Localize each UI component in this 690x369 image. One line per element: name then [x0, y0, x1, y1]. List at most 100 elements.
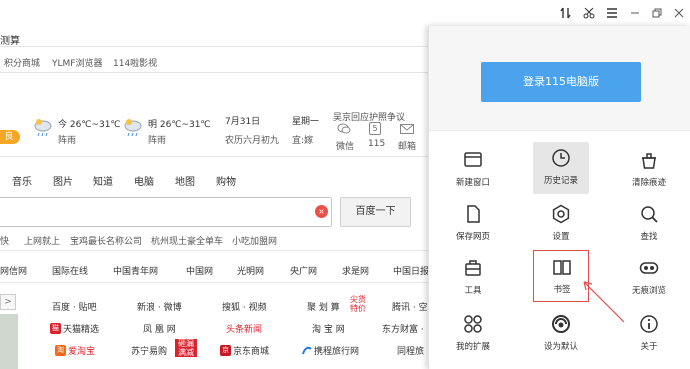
- search-tab[interactable]: 图片: [53, 173, 73, 188]
- login-button[interactable]: 登录115电脑版: [481, 62, 641, 102]
- title-bar: [0, 0, 690, 26]
- hot-word[interactable]: 小吃加盟网: [232, 234, 277, 247]
- almanac-text: 宜:嫁: [292, 136, 314, 146]
- divider: [0, 156, 428, 157]
- divider: [0, 72, 428, 73]
- fav-item[interactable]: YLMF浏览器: [52, 56, 102, 69]
- tools-button[interactable]: 工具: [445, 252, 501, 302]
- tmall-icon: 猫: [50, 323, 61, 334]
- wechat-label[interactable]: 微信: [336, 139, 354, 152]
- rain-cloud-icon: [32, 118, 52, 137]
- tile-label: 设置: [552, 232, 570, 242]
- speed-icon[interactable]: [560, 6, 574, 20]
- aitaobao-icon: 淘: [55, 345, 66, 356]
- login-area: 登录115电脑版: [429, 26, 690, 131]
- jd-icon: 京: [220, 345, 231, 356]
- promo-image[interactable]: [0, 314, 18, 369]
- extensions-icon: [463, 314, 483, 334]
- lunar-date: 农历六月初九: [225, 136, 280, 146]
- air-quality-badge: 良: [0, 130, 20, 144]
- hot-word[interactable]: 快: [0, 234, 9, 247]
- 115-icon[interactable]: 5: [369, 122, 381, 135]
- search-tab[interactable]: 音乐: [12, 173, 32, 188]
- clear-trace-icon: [639, 150, 659, 170]
- site-link[interactable]: 中国网: [186, 264, 213, 277]
- clear-trace-button[interactable]: 清除痕迹: [621, 144, 677, 194]
- site-link[interactable]: 爱淘宝: [68, 344, 95, 357]
- bookmark-icon: [552, 257, 572, 277]
- divider: [0, 282, 428, 283]
- incognito-icon: [639, 258, 659, 278]
- hot-word[interactable]: 上网就上: [24, 234, 60, 247]
- site-link[interactable]: 光明网: [237, 264, 264, 277]
- history-icon: [551, 148, 571, 168]
- hot-word[interactable]: 宝鸡最长名称公司: [70, 234, 142, 247]
- tile-label: 清除痕迹: [631, 178, 666, 188]
- save-page-icon: [463, 204, 483, 224]
- weather-today-cond: 阵雨: [58, 136, 77, 146]
- about-icon: [639, 314, 659, 334]
- weather-tomorrow-cond: 阵雨: [148, 136, 167, 146]
- web-page: 测算 积分商城 YLMF浏览器 114啦影视 良 今 26℃~31℃ 阵雨 明 …: [0, 26, 428, 369]
- wechat-icon[interactable]: [337, 123, 351, 135]
- site-link[interactable]: 聚 划 算: [307, 300, 340, 313]
- save-page-button[interactable]: 保存网页: [445, 198, 501, 248]
- menu-icon[interactable]: [605, 6, 619, 20]
- site-link[interactable]: 同程旅: [397, 344, 424, 357]
- tile-label: 保存网页: [455, 232, 490, 242]
- hot-deal-badge: 尖货特价: [350, 295, 366, 313]
- site-link[interactable]: 央广网: [290, 264, 317, 277]
- minimize-icon[interactable]: [628, 6, 642, 20]
- site-link[interactable]: 新浪 · 微博: [137, 300, 182, 313]
- clear-search-button[interactable]: ×: [315, 205, 328, 218]
- search-tab[interactable]: 地图: [175, 173, 195, 188]
- hot-word[interactable]: 杭州现土豪全单车: [151, 234, 223, 247]
- tile-label: 查找: [640, 232, 658, 242]
- site-link[interactable]: 求是网: [342, 264, 369, 277]
- site-link[interactable]: 搜狐 · 视频: [222, 300, 267, 313]
- find-icon: [639, 204, 659, 224]
- find-button[interactable]: 查找: [621, 198, 677, 248]
- fav-item[interactable]: 114啦影视: [113, 56, 157, 69]
- tile-label: 设为默认: [543, 342, 578, 352]
- search-button[interactable]: 百度一下: [340, 197, 411, 227]
- restore-icon[interactable]: [650, 6, 664, 20]
- site-link[interactable]: 中国日报: [393, 264, 428, 277]
- mail-label[interactable]: 邮箱: [398, 139, 416, 152]
- fav-item[interactable]: 积分商城: [4, 56, 40, 69]
- about-button[interactable]: 关于: [621, 308, 677, 358]
- search-tab[interactable]: 知道: [93, 173, 113, 188]
- tile-label: 工具: [464, 286, 482, 296]
- site-link[interactable]: 携程旅行网: [314, 344, 359, 357]
- divider: [0, 46, 428, 47]
- site-link[interactable]: 头条新闻: [226, 322, 262, 335]
- site-link[interactable]: 东方财富 ·: [382, 322, 424, 335]
- search-tab[interactable]: 电脑: [134, 173, 154, 188]
- site-link[interactable]: 淘 宝 网: [312, 322, 345, 335]
- 115-label[interactable]: 115: [368, 139, 385, 149]
- annotation-arrow-icon: [583, 281, 625, 323]
- incognito-button[interactable]: 无痕浏览: [621, 252, 677, 302]
- settings-button[interactable]: 设置: [533, 198, 589, 248]
- search-tab[interactable]: 购物: [216, 173, 236, 188]
- close-icon[interactable]: [672, 6, 686, 20]
- site-link[interactable]: 天猫精选: [63, 322, 99, 335]
- cut-icon[interactable]: [582, 6, 596, 20]
- browser-menu-panel: 登录115电脑版 新建窗口 历史记录 清除痕迹 保存网页 设置 查找 工具 书签…: [428, 26, 690, 369]
- site-link[interactable]: 网信网: [0, 264, 27, 277]
- site-link[interactable]: 中国青年网: [113, 264, 158, 277]
- site-link[interactable]: 苏宁易购: [131, 344, 167, 357]
- scroll-right-button[interactable]: >: [0, 294, 16, 310]
- history-button[interactable]: 历史记录: [533, 142, 589, 194]
- news-headline[interactable]: 吴京回应护照争议: [333, 110, 405, 123]
- site-link[interactable]: 百度 · 贴吧: [52, 300, 97, 313]
- site-link[interactable]: 腾讯 · 空: [392, 300, 428, 313]
- set-default-icon: [551, 314, 571, 334]
- search-input[interactable]: [0, 197, 332, 227]
- new-window-button[interactable]: 新建窗口: [445, 144, 501, 194]
- extensions-button[interactable]: 我的扩展: [445, 308, 501, 358]
- site-link[interactable]: 国际在线: [52, 264, 88, 277]
- site-link[interactable]: 凤 凰 网: [143, 322, 176, 335]
- mail-icon[interactable]: [400, 124, 414, 134]
- site-link[interactable]: 京东商城: [233, 344, 269, 357]
